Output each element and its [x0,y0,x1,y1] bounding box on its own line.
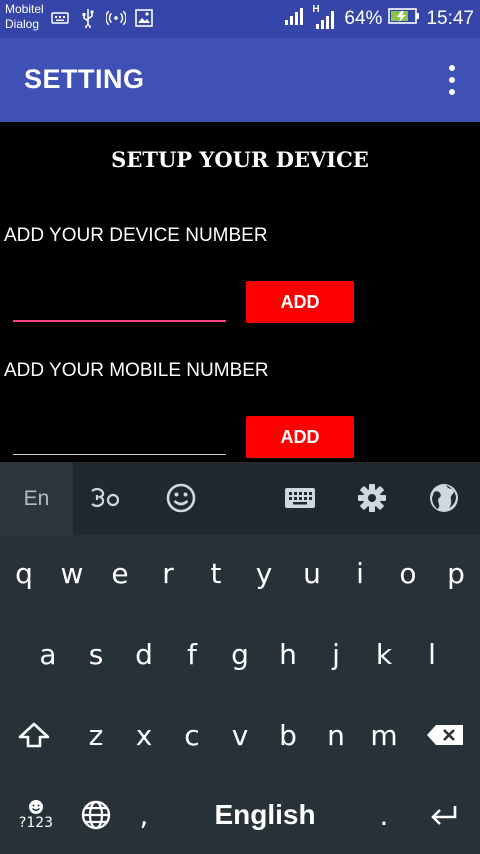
key-y[interactable]: y [240,538,288,608]
mobile-input-underline [13,454,226,455]
key-m[interactable]: m [360,700,408,770]
key-w[interactable]: w [48,538,96,608]
key-g[interactable]: g [216,619,264,689]
hotspot-icon [106,8,126,28]
device-number-label: ADD YOUR DEVICE NUMBER [4,225,268,246]
overflow-menu-icon[interactable] [446,65,458,95]
keyboard-toolbar: En [0,462,480,535]
key-x[interactable]: x [120,700,168,770]
key-p[interactable]: p [432,538,480,608]
key-v[interactable]: v [216,700,264,770]
space-key[interactable]: English [170,780,360,850]
page-title: SETTING [24,64,145,94]
symbols-key-label: ?123 [18,815,54,831]
mobile-number-input[interactable] [13,423,226,453]
usb-icon [78,8,98,28]
battery-percent: 64% [344,8,383,29]
signal-strength-icon [284,6,306,32]
keyboard-layout-icon[interactable] [282,480,318,516]
globe-icon[interactable] [426,480,462,516]
add-device-button[interactable]: ADD [246,281,354,323]
key-a[interactable]: a [24,619,72,689]
key-o[interactable]: o [384,538,432,608]
key-u[interactable]: u [288,538,336,608]
mobile-number-label: ADD YOUR MOBILE NUMBER [4,360,269,381]
keyboard-notification-icon [50,8,70,28]
key-e[interactable]: e [96,538,144,608]
key-h[interactable]: h [264,619,312,689]
clock: 15:47 [426,8,474,29]
key-t[interactable]: t [192,538,240,608]
status-bar: Mobitel Dialog H 64% 15:47 [0,0,480,38]
symbols-key[interactable]: ?123 [12,780,60,850]
device-input-underline [13,320,226,322]
carrier-primary: Mobitel [5,2,44,16]
app-bar: SETTING [0,38,480,122]
battery-charging-icon [388,7,420,31]
key-q[interactable]: q [0,538,48,608]
device-number-input[interactable] [13,288,226,318]
soft-keyboard: En q w e r t y u i o p a s d f g h j k l… [0,462,480,854]
key-d[interactable]: d [120,619,168,689]
carrier-info: Mobitel Dialog [5,2,44,32]
key-b[interactable]: b [264,700,312,770]
emoji-icon[interactable] [163,480,199,516]
setup-title: SETUP YOUR DEVICE [111,147,369,172]
key-z[interactable]: z [72,700,120,770]
add-mobile-button[interactable]: ADD [246,416,354,458]
key-comma[interactable]: , [120,780,168,850]
key-c[interactable]: c [168,700,216,770]
data-signal-icon: H [312,4,338,30]
language-tab-english[interactable]: En [0,462,73,535]
key-j[interactable]: j [312,619,360,689]
backspace-key-icon[interactable] [418,700,472,770]
shift-key-icon[interactable] [10,700,58,770]
key-l[interactable]: l [408,619,456,689]
settings-gear-icon[interactable] [354,480,390,516]
key-n[interactable]: n [312,700,360,770]
key-s[interactable]: s [72,619,120,689]
key-f[interactable]: f [168,619,216,689]
setup-form: SETUP YOUR DEVICE ADD YOUR DEVICE NUMBER… [0,122,480,462]
sinhala-language-icon[interactable] [87,480,123,516]
key-i[interactable]: i [336,538,384,608]
image-notification-icon [134,8,154,28]
key-r[interactable]: r [144,538,192,608]
small-emoji-icon [29,800,43,814]
key-period[interactable]: . [360,780,408,850]
language-switch-globe-icon[interactable] [72,780,120,850]
enter-key-icon[interactable] [420,780,468,850]
carrier-secondary: Dialog [5,17,40,31]
key-k[interactable]: k [360,619,408,689]
